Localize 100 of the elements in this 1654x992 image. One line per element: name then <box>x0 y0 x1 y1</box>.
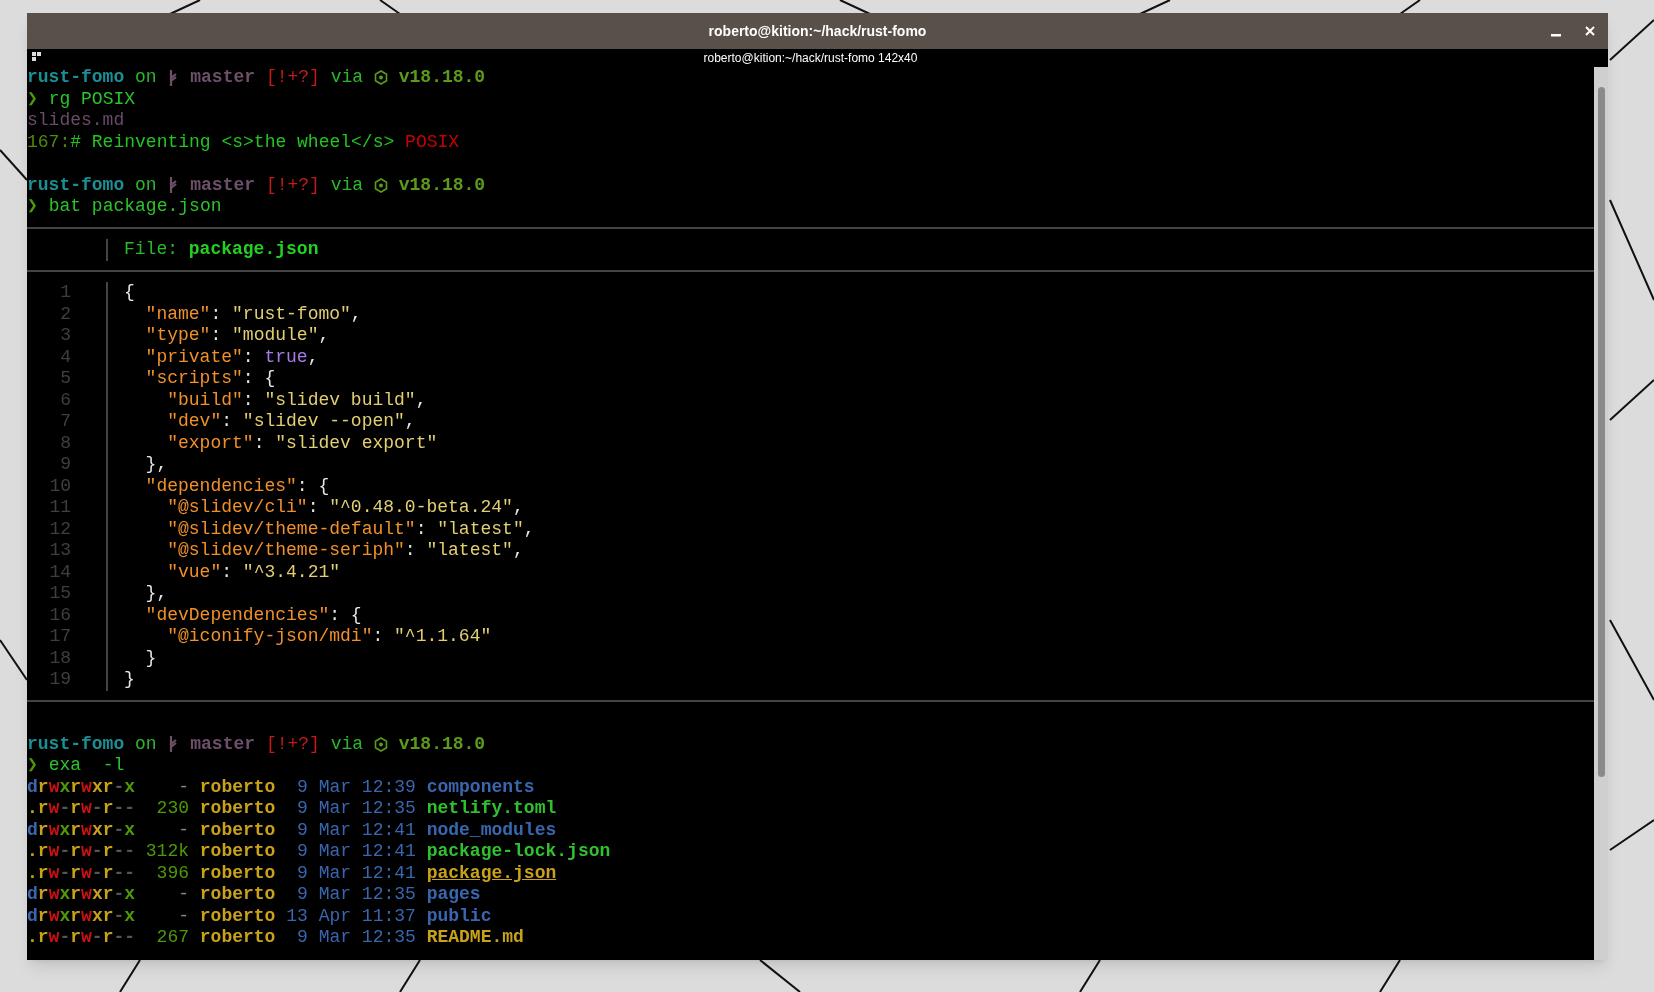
minimize-icon <box>1551 34 1561 37</box>
code-line: "private": true, <box>144 346 319 367</box>
code-line: "@iconify-json/mdi": "^1.1.64" <box>166 626 492 646</box>
prompt-text: via <box>330 174 364 196</box>
git-status: [!+?] <box>265 174 320 196</box>
file-size: 396 <box>155 862 189 884</box>
line-number: 17 <box>49 626 71 646</box>
code-line: { <box>124 282 135 302</box>
permissions-text: drwxrwxr-x <box>27 905 137 927</box>
node-version: v18.18.0 <box>398 174 486 196</box>
scrollbar-thumb[interactable] <box>1597 87 1605 777</box>
branch-name: master <box>190 174 256 196</box>
file-size: - <box>177 776 189 798</box>
file-owner: roberto <box>199 841 276 863</box>
file-owner: roberto <box>199 819 276 841</box>
code-line: } <box>144 647 157 668</box>
output-line: slides.md <box>27 110 125 130</box>
code-line: "@slidev/theme-seriph": "latest", <box>166 540 524 560</box>
file-header: File: package.json <box>123 239 319 261</box>
permissions-text: .rw-rw-r-- <box>27 841 137 863</box>
file-date: 9 Mar 12:41 <box>296 841 416 863</box>
code-line: "type": "module", <box>144 325 330 345</box>
line-number: 4 <box>60 346 71 367</box>
line-number: 7 <box>60 411 71 431</box>
node-version: v18.18.0 <box>398 67 486 89</box>
file-date: 9 Mar 12:41 <box>296 862 416 884</box>
code-line: "scripts": { <box>144 368 276 388</box>
file-date: 9 Mar 12:39 <box>296 776 416 798</box>
line-number: 18 <box>49 647 71 668</box>
prompt-text: on <box>135 733 157 755</box>
command-text: bat package.json <box>48 196 222 218</box>
file-date: 13 Apr 11:37 <box>285 905 416 927</box>
line-number: 3 <box>60 325 71 345</box>
permissions-text: drwxrwxr-x <box>27 884 137 906</box>
permissions-text: drwxrwxr-x <box>27 776 137 798</box>
branch-icon <box>168 68 179 87</box>
code-line: "@slidev/cli": "^0.48.0-beta.24", <box>166 497 524 517</box>
file-owner: roberto <box>199 798 276 820</box>
file-size: 230 <box>155 798 189 820</box>
code-line: }, <box>144 454 168 474</box>
close-icon <box>1585 26 1595 36</box>
command-text: exa -l <box>48 755 125 777</box>
code-line: "build": "slidev build", <box>166 389 427 410</box>
line-number: 15 <box>49 583 71 603</box>
code-line: "vue": "^3.4.21" <box>166 561 341 582</box>
prompt-text: via <box>330 733 364 755</box>
file-size: - <box>177 905 189 927</box>
file-owner: roberto <box>199 905 276 927</box>
branch-name: master <box>190 733 256 755</box>
file-size: - <box>177 819 189 841</box>
scrollbar[interactable] <box>1594 67 1608 960</box>
code-line: "@slidev/theme-default": "latest", <box>166 518 535 539</box>
file-name: public <box>426 905 492 927</box>
line-number: 11 <box>49 497 71 517</box>
hexagon-icon <box>373 70 388 86</box>
file-owner: roberto <box>199 862 276 884</box>
file-size: 267 <box>155 927 189 949</box>
permissions-text: .rw-rw-r-- <box>27 798 137 820</box>
output-line: 167:# Reinventing <s>the wheel</s> POSIX <box>27 131 460 152</box>
code-line: "export": "slidev export" <box>166 432 438 453</box>
terminal-subtitle: roberto@kition:~/hack/rust-fomo 142x40 <box>703 50 918 67</box>
line-number: 19 <box>49 669 71 689</box>
file-name: netlify.toml <box>426 798 557 820</box>
file-name: README.md <box>426 927 524 949</box>
file-size: 312k <box>145 841 189 863</box>
code-line: "dev": "slidev --open", <box>166 411 416 431</box>
prompt-text: via <box>330 67 364 89</box>
code-line: }, <box>144 583 168 603</box>
prompt-symbol: ❯ <box>27 755 38 777</box>
code-line: "devDependencies": { <box>144 604 362 625</box>
file-name: pages <box>426 884 481 906</box>
prompt-text: on <box>135 67 157 89</box>
permissions-text: .rw-rw-r-- <box>27 927 137 949</box>
directory-name: rust-fomo <box>27 67 125 89</box>
git-status: [!+?] <box>265 733 320 755</box>
prompt-symbol: ❯ <box>27 88 38 110</box>
branch-icon <box>168 735 179 754</box>
prompt-symbol: ❯ <box>27 196 38 218</box>
line-number: 12 <box>49 518 71 539</box>
hexagon-icon <box>373 736 388 752</box>
code-line: } <box>124 669 135 689</box>
prompt-text: on <box>135 174 157 196</box>
line-number: 13 <box>49 540 71 560</box>
file-owner: roberto <box>199 776 276 798</box>
hexagon-icon <box>373 177 388 193</box>
file-name: components <box>426 776 535 798</box>
line-number: 16 <box>49 604 71 625</box>
node-version: v18.18.0 <box>398 733 486 755</box>
line-number: 9 <box>60 454 71 474</box>
line-number: 1 <box>60 282 71 302</box>
line-number: 8 <box>60 432 71 453</box>
file-size: - <box>177 884 189 906</box>
file-owner: roberto <box>199 884 276 906</box>
file-name: package-lock.json <box>426 841 611 863</box>
file-name: package.json <box>426 862 557 884</box>
line-number: 14 <box>49 561 71 582</box>
line-number: 5 <box>60 368 71 388</box>
line-number: 2 <box>60 303 71 324</box>
file-name: node_modules <box>426 819 557 841</box>
window-title: roberto@kition:~/hack/rust-fomo <box>708 21 927 41</box>
